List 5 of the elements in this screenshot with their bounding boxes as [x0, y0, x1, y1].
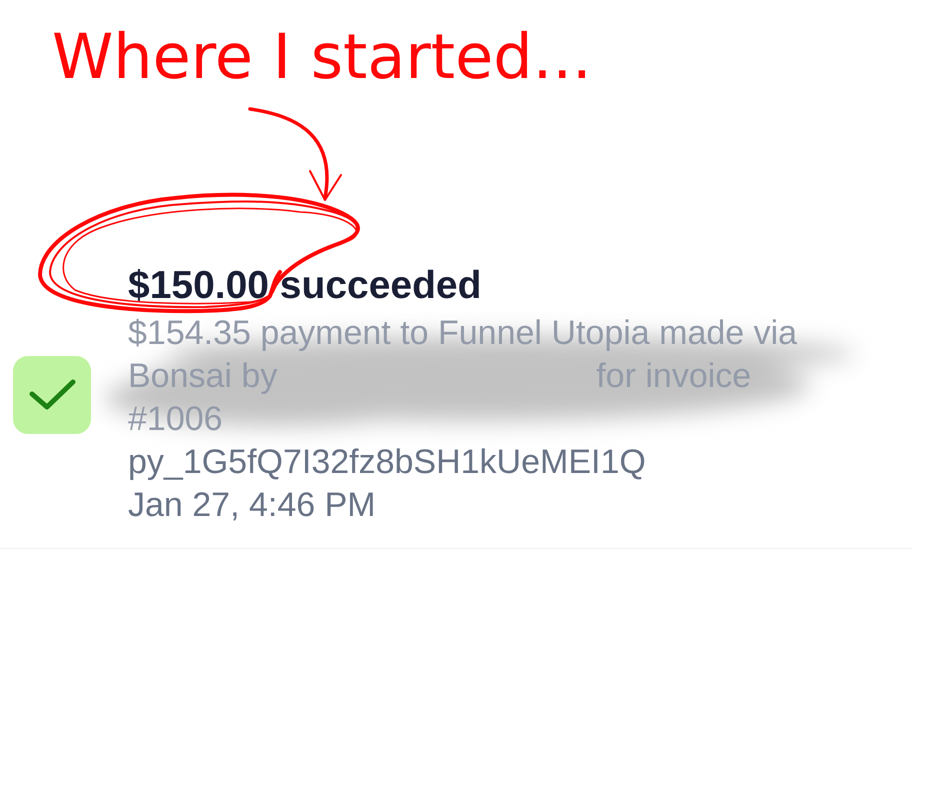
- payment-timestamp: Jan 27, 4:46 PM: [128, 485, 376, 526]
- check-icon: [13, 356, 91, 434]
- annotation-caption: Where I started...: [52, 26, 592, 88]
- payment-id: py_1G5fQ7I32fz8bSH1kUeMEI1Q: [128, 442, 646, 483]
- payment-title: $150.00 succeeded: [128, 263, 482, 309]
